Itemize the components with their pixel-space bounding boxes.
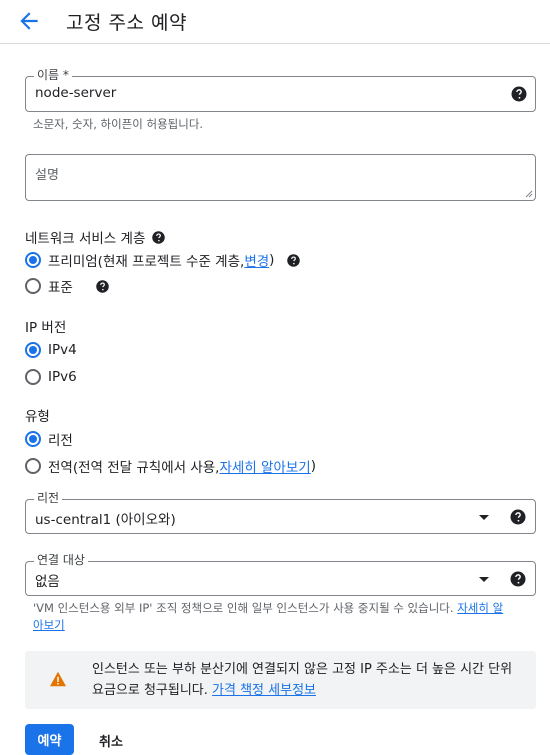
region-select[interactable]: 리전 us-central1 (아이오와) [25,491,536,534]
help-icon[interactable] [510,85,528,103]
tier-premium-suffix: ) [269,252,275,268]
attach-value: 없음 [35,574,60,590]
dropdown-arrow-icon[interactable] [479,515,489,520]
radio-unselected[interactable] [25,458,41,474]
pricing-warning-banner: 인스턴스 또는 부하 분산기에 연결되지 않은 고정 IP 주소는 더 높은 시… [25,651,536,709]
tier-label: 네트워크 서비스 계층 [25,231,146,247]
policy-note: 'VM 인스턴스용 외부 IP' 조직 정책으로 인해 일부 인스턴스가 사용 … [33,600,513,634]
description-textarea[interactable]: 설명 [25,154,536,201]
description-placeholder: 설명 [35,168,59,183]
page-title: 고정 주소 예약 [66,12,187,34]
help-icon[interactable] [509,508,527,526]
type-global-prefix: 전역(전역 전달 규칙에서 사용, [48,460,220,476]
type-global-suffix: ) [310,458,316,474]
type-global-option[interactable]: 전역(전역 전달 규칙에서 사용, 자세히 알아보기 ) [25,456,316,476]
radio-unselected[interactable] [25,369,41,385]
cancel-button[interactable]: 취소 [99,731,123,750]
radio-unselected[interactable] [25,278,41,294]
tier-premium-prefix: 프리미엄(현재 프로젝트 수준 계층, [48,254,245,270]
type-label: 유형 [25,409,50,425]
ipv6-label: IPv6 [48,369,77,385]
page-header: 고정 주소 예약 [0,0,550,44]
radio-selected[interactable] [25,252,41,268]
type-regional-option[interactable]: 리전 [25,429,73,449]
region-label: 리전 [34,491,63,505]
name-label: 이름 * [34,68,72,82]
help-icon[interactable] [151,230,166,245]
name-field[interactable]: 이름 * node-server [25,68,536,112]
dropdown-arrow-icon[interactable] [479,577,489,582]
resize-grip-icon[interactable] [523,188,533,198]
tier-standard-label: 표준 [48,280,73,296]
ipv6-option[interactable]: IPv6 [25,367,77,387]
tier-section-label: 네트워크 서비스 계층 [25,227,166,247]
attach-select[interactable]: 연결 대상 없음 [25,553,536,596]
reserve-button[interactable]: 예약 [25,724,74,755]
region-value: us-central1 (아이오와) [35,512,176,528]
ip-version-label: IP 버전 [25,320,67,336]
learn-more-link[interactable]: 자세히 알아보기 [219,456,310,476]
attach-label: 연결 대상 [34,553,88,567]
radio-selected[interactable] [25,342,41,358]
ipv4-label: IPv4 [48,342,77,358]
warning-text: 인스턴스 또는 부하 분산기에 연결되지 않은 고정 IP 주소는 더 높은 시… [92,659,522,701]
policy-note-text: 'VM 인스턴스용 외부 IP' 조직 정책으로 인해 일부 인스턴스가 사용 … [33,601,458,615]
ipv4-option[interactable]: IPv4 [25,340,77,360]
type-regional-label: 리전 [48,433,73,449]
back-arrow-icon[interactable] [16,8,42,34]
radio-selected[interactable] [25,431,41,447]
help-icon[interactable] [286,253,301,268]
tier-change-link[interactable]: 변경 [244,250,269,270]
help-icon[interactable] [95,279,110,294]
name-hint: 소문자, 숫자, 하이픈이 허용됩니다. [33,117,204,131]
warning-icon [50,671,66,687]
help-icon[interactable] [509,570,527,588]
tier-premium-option[interactable]: 프리미엄(현재 프로젝트 수준 계층, 변경 ) [25,250,301,270]
tier-standard-option[interactable]: 표준 [25,276,110,296]
pricing-details-link[interactable]: 가격 책정 세부정보 [212,683,316,698]
name-input[interactable]: node-server [35,85,116,101]
